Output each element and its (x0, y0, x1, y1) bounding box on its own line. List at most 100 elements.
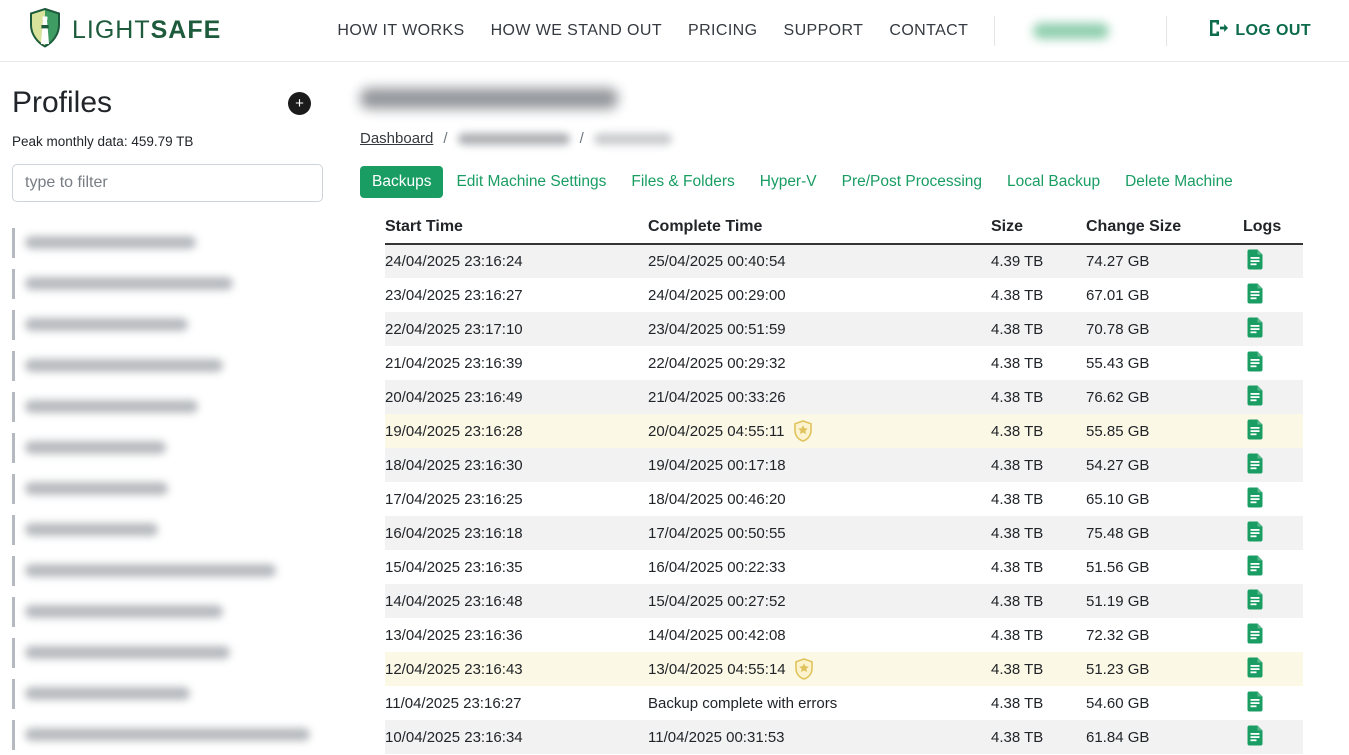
cell-start-time: 16/04/2025 23:16:18 (385, 516, 648, 550)
cell-logs (1243, 278, 1303, 312)
cell-change-size: 70.78 GB (1086, 312, 1243, 346)
profile-filter-input[interactable] (12, 164, 323, 202)
divider (994, 16, 995, 46)
tab-pre-post-processing[interactable]: Pre/Post Processing (830, 166, 994, 198)
log-document-icon[interactable] (1246, 317, 1264, 338)
cell-complete-time: 11/04/2025 00:31:53 (648, 720, 991, 754)
account-area: LOG OUT (994, 16, 1311, 46)
tab-hyper-v[interactable]: Hyper-V (748, 166, 829, 198)
profile-name-redacted (25, 523, 158, 536)
table-row: 22/04/2025 23:17:1023/04/2025 00:51:594.… (385, 312, 1303, 346)
table-row: 14/04/2025 23:16:4815/04/2025 00:27:524.… (385, 584, 1303, 618)
log-document-icon[interactable] (1246, 657, 1264, 678)
logout-button[interactable]: LOG OUT (1209, 19, 1311, 42)
log-document-icon[interactable] (1246, 385, 1264, 406)
tab-local-backup[interactable]: Local Backup (995, 166, 1112, 198)
nav-link[interactable]: HOW IT WORKS (337, 22, 464, 40)
cell-size: 4.38 TB (991, 720, 1086, 754)
profile-list-item[interactable] (12, 222, 333, 263)
table-row: 21/04/2025 23:16:3922/04/2025 00:29:324.… (385, 346, 1303, 380)
log-document-icon[interactable] (1246, 521, 1264, 542)
cell-change-size: 74.27 GB (1086, 244, 1243, 278)
cell-change-size: 75.48 GB (1086, 516, 1243, 550)
nav-link[interactable]: SUPPORT (784, 22, 864, 40)
username-redacted[interactable] (1033, 23, 1109, 39)
cell-size: 4.38 TB (991, 516, 1086, 550)
cell-start-time: 22/04/2025 23:17:10 (385, 312, 648, 346)
log-document-icon[interactable] (1246, 623, 1264, 644)
log-document-icon[interactable] (1246, 555, 1264, 576)
breadcrumb-dashboard-link[interactable]: Dashboard (360, 130, 433, 147)
cell-start-time: 19/04/2025 23:16:28 (385, 414, 648, 448)
logout-label: LOG OUT (1235, 22, 1311, 40)
profile-name-redacted (25, 687, 190, 700)
brand-logo[interactable]: LIGHTSAFE (28, 8, 221, 53)
log-document-icon[interactable] (1246, 725, 1264, 746)
log-document-icon[interactable] (1246, 249, 1264, 270)
breadcrumb-redacted-link[interactable] (458, 133, 570, 145)
cell-change-size: 72.32 GB (1086, 618, 1243, 652)
table-row: 12/04/2025 23:16:4313/04/2025 04:55:144.… (385, 652, 1303, 686)
profile-list-item[interactable] (12, 427, 333, 468)
nav-link[interactable]: HOW WE STAND OUT (491, 22, 662, 40)
cell-change-size: 67.01 GB (1086, 278, 1243, 312)
log-document-icon[interactable] (1246, 589, 1264, 610)
profile-list-item[interactable] (12, 345, 333, 386)
cell-start-time: 21/04/2025 23:16:39 (385, 346, 648, 380)
page-title-redacted (360, 88, 618, 109)
cell-change-size: 51.19 GB (1086, 584, 1243, 618)
lighthouse-shield-icon (28, 8, 62, 53)
tab-files-folders[interactable]: Files & Folders (619, 166, 746, 198)
table-row: 18/04/2025 23:16:3019/04/2025 00:17:184.… (385, 448, 1303, 482)
cell-logs (1243, 312, 1303, 346)
log-document-icon[interactable] (1246, 419, 1264, 440)
cell-logs (1243, 720, 1303, 754)
profile-item-marker (12, 310, 15, 340)
cell-logs (1243, 584, 1303, 618)
profile-name-redacted (25, 564, 276, 577)
log-document-icon[interactable] (1246, 453, 1264, 474)
tab-edit-machine-settings[interactable]: Edit Machine Settings (444, 166, 618, 198)
profile-item-marker (12, 351, 15, 381)
cell-size: 4.38 TB (991, 584, 1086, 618)
tab-delete-machine[interactable]: Delete Machine (1113, 166, 1245, 198)
peak-monthly-data: Peak monthly data: 459.79 TB (12, 134, 333, 149)
profile-name-redacted (25, 318, 188, 331)
cell-change-size: 54.27 GB (1086, 448, 1243, 482)
logout-icon (1209, 19, 1228, 42)
profile-list-item[interactable] (12, 263, 333, 304)
top-navbar: LIGHTSAFE HOW IT WORKS HOW WE STAND OUT PR… (0, 0, 1349, 62)
profile-list-item[interactable] (12, 632, 333, 673)
log-document-icon[interactable] (1246, 691, 1264, 712)
machine-tabs: BackupsEdit Machine SettingsFiles & Fold… (360, 166, 1349, 198)
profile-name-redacted (25, 482, 168, 495)
profile-item-marker (12, 515, 15, 545)
profile-list-item[interactable] (12, 468, 333, 509)
cell-size: 4.38 TB (991, 380, 1086, 414)
cell-start-time: 11/04/2025 23:16:27 (385, 686, 648, 720)
breadcrumb-separator: / (580, 130, 584, 147)
cell-complete-time: 15/04/2025 00:27:52 (648, 584, 991, 618)
tab-backups[interactable]: Backups (360, 166, 443, 198)
nav-link[interactable]: CONTACT (889, 22, 968, 40)
add-profile-button[interactable]: + (288, 92, 311, 115)
brand-name: LIGHTSAFE (72, 16, 221, 45)
profile-list-item[interactable] (12, 673, 333, 714)
log-document-icon[interactable] (1246, 283, 1264, 304)
table-row: 11/04/2025 23:16:27Backup complete with … (385, 686, 1303, 720)
nav-link[interactable]: PRICING (688, 22, 757, 40)
profile-list-item[interactable] (12, 550, 333, 591)
log-document-icon[interactable] (1246, 351, 1264, 372)
profile-item-marker (12, 638, 15, 668)
profile-list-item[interactable] (12, 386, 333, 427)
cell-size: 4.38 TB (991, 686, 1086, 720)
warning-shield-icon (793, 420, 813, 442)
log-document-icon[interactable] (1246, 487, 1264, 508)
cell-size: 4.38 TB (991, 482, 1086, 516)
profile-list-item[interactable] (12, 714, 333, 755)
cell-logs (1243, 244, 1303, 278)
profile-list-item[interactable] (12, 509, 333, 550)
breadcrumb-redacted-current (594, 133, 672, 145)
profile-list-item[interactable] (12, 591, 333, 632)
profile-list-item[interactable] (12, 304, 333, 345)
